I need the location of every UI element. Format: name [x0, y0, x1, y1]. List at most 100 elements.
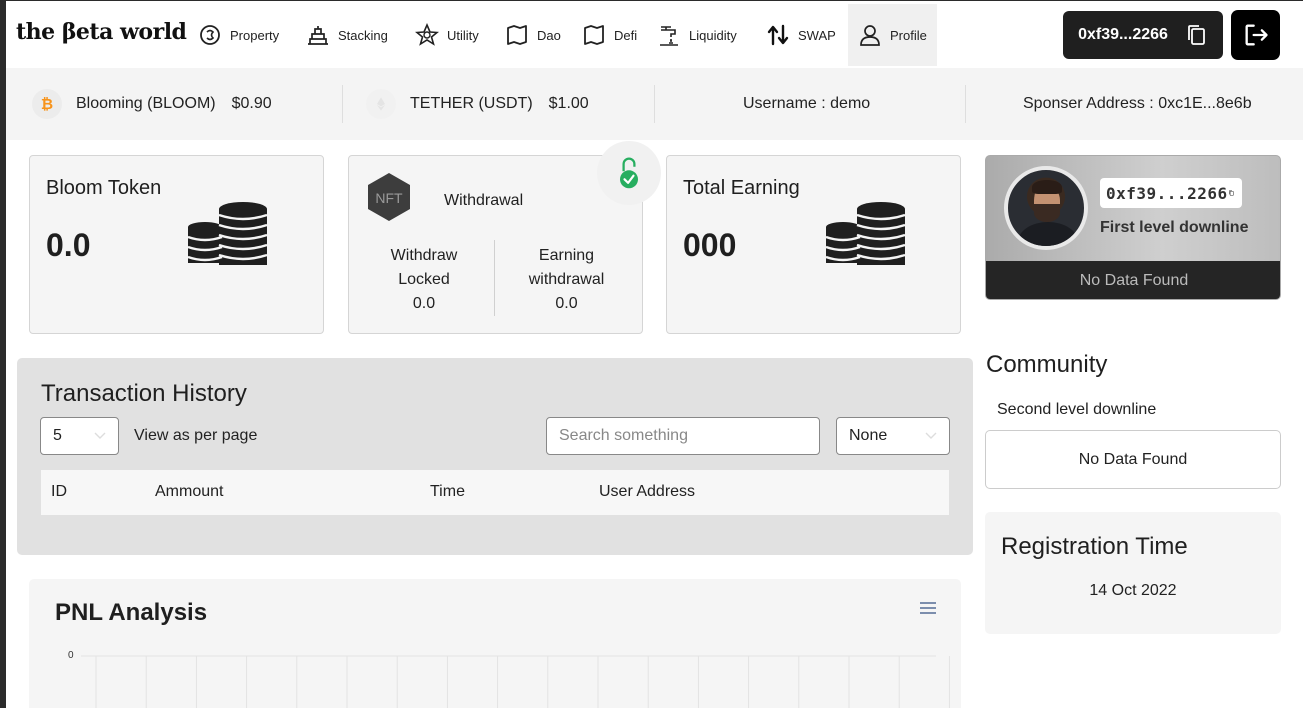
divider — [654, 85, 655, 123]
column-header-user-address[interactable]: User Address — [599, 483, 695, 501]
search-input[interactable] — [546, 417, 820, 455]
wallet-address-button[interactable]: 0xf39...2266 — [1063, 11, 1223, 59]
nav-label: Utility — [447, 27, 479, 43]
coins-stack-icon — [187, 202, 268, 265]
total-earning-card: Total Earning 000 — [666, 155, 961, 334]
nav-item-utility[interactable]: Utility — [415, 4, 479, 66]
faucet-icon — [660, 26, 678, 46]
withdraw-locked-label-2: Locked — [398, 271, 450, 288]
withdraw-locked-label-1: Withdraw — [390, 247, 458, 264]
ticker-bloom: ₿ Blooming (BLOOM) $0.90 — [32, 68, 272, 140]
nav-item-stacking[interactable]: Stacking — [306, 4, 388, 66]
profile-address: 0xf39...2266 — [1106, 183, 1228, 203]
ethereum-icon — [366, 89, 396, 119]
nav-label: Defi — [614, 27, 638, 43]
copy-icon[interactable] — [1184, 23, 1208, 47]
card-title: Bloom Token — [46, 177, 162, 199]
map-icon — [507, 25, 527, 45]
logout-button[interactable] — [1231, 10, 1280, 60]
filter-select[interactable]: None — [836, 417, 950, 455]
community-title: Community — [986, 351, 1108, 378]
transaction-history-panel: Transaction History 5 View as per page N… — [17, 358, 973, 555]
card-value: 000 — [683, 227, 737, 263]
profile-card: 0xf39...2266 First level downline No Dat… — [985, 155, 1281, 300]
nav-label: SWAP — [798, 27, 836, 43]
bloom-price: $0.90 — [231, 95, 272, 112]
second-level-downline-label: Second level downline — [997, 401, 1157, 418]
transaction-table-header: ID Ammount Time User Address — [41, 470, 949, 515]
earning-withdrawal: Earning withdrawal 0.0 — [509, 244, 624, 316]
logout-icon — [1245, 24, 1268, 46]
nav-item-liquidity[interactable]: Liquidity — [657, 4, 737, 66]
divider — [965, 85, 966, 123]
second-level-no-data: No Data Found — [985, 430, 1281, 489]
usdt-price: $1.00 — [548, 95, 589, 112]
transaction-history-title: Transaction History — [41, 380, 247, 407]
site-logo[interactable]: the βeta world — [16, 19, 187, 45]
withdraw-locked-value: 0.0 — [412, 295, 436, 312]
avatar — [1004, 166, 1088, 250]
card-title: Total Earning — [683, 177, 800, 199]
withdraw-locked: Withdraw Locked 0.0 — [369, 244, 479, 316]
column-header-time[interactable]: Time — [430, 483, 465, 501]
earning-withdrawal-value: 0.0 — [555, 295, 578, 312]
nav-label: Liquidity — [689, 27, 737, 43]
column-header-id[interactable]: ID — [51, 483, 67, 501]
bloom-name: Blooming (BLOOM) — [76, 95, 216, 112]
sponsor-address: Sponser Address : 0xc1E...8e6b — [1023, 95, 1252, 112]
divider — [342, 85, 343, 123]
registration-title: Registration Time — [1001, 533, 1188, 560]
nav-label: Dao — [537, 27, 561, 43]
nft-badge-icon: NFT — [368, 173, 410, 221]
per-page-select[interactable]: 5 — [40, 417, 119, 455]
pnl-chart: 0 — [68, 650, 950, 708]
per-page-value: 5 — [53, 427, 62, 444]
copy-icon[interactable] — [1228, 185, 1234, 201]
first-level-downline-label: First level downline — [1100, 219, 1249, 236]
nav-item-dao[interactable]: Dao — [505, 4, 561, 66]
earning-withdrawal-label-2: withdrawal — [528, 271, 605, 288]
nav-label: Stacking — [338, 27, 388, 43]
card-title: Withdrawal — [444, 192, 524, 209]
divider — [494, 240, 495, 316]
earning-withdrawal-label-1: Earning — [538, 247, 595, 264]
coins-stack-icon — [825, 202, 906, 265]
nav-item-property[interactable]: Property — [198, 4, 279, 66]
swap-arrows-icon — [767, 24, 789, 46]
unlock-button[interactable] — [597, 141, 661, 205]
nav-label: Profile — [890, 27, 927, 43]
usdt-name: TETHER (USDT) — [410, 95, 533, 112]
nav-label: Property — [230, 27, 280, 43]
registration-card: Registration Time 14 Oct 2022 — [985, 512, 1281, 634]
card-value: 0.0 — [46, 227, 91, 263]
profile-address-pill[interactable]: 0xf39...2266 — [1100, 178, 1242, 208]
vertical-gridlines — [95, 656, 950, 708]
star-network-icon — [415, 23, 439, 46]
wallet-address: 0xf39...2266 — [1078, 26, 1168, 43]
nav-item-defi[interactable]: Defi — [582, 4, 637, 66]
svg-text:₿: ₿ — [41, 95, 53, 113]
bloom-token-card: Bloom Token 0.0 — [29, 155, 324, 334]
user-icon — [860, 25, 880, 46]
chevron-down-icon — [94, 432, 106, 439]
first-level-no-data: No Data Found — [986, 261, 1280, 299]
y-tick-label: 0 — [68, 650, 74, 661]
column-header-amount[interactable]: Ammount — [155, 483, 223, 501]
per-page-label: View as per page — [134, 427, 258, 444]
nav-item-profile[interactable]: Profile — [848, 4, 937, 66]
username: Username : demo — [743, 95, 871, 112]
chevron-down-icon — [925, 432, 937, 439]
registration-date: 14 Oct 2022 — [1089, 582, 1177, 599]
top-navigation: the βeta world Property Stacking Utility… — [6, 1, 1303, 68]
svg-text:NFT: NFT — [375, 190, 403, 206]
bricks-icon — [308, 26, 328, 45]
map-icon — [584, 25, 604, 45]
nav-item-swap[interactable]: SWAP — [766, 4, 836, 66]
price-ticker: ₿ Blooming (BLOOM) $0.90 TETHER (USDT) $… — [6, 68, 1303, 140]
filter-value: None — [849, 427, 888, 444]
unlock-check-icon — [620, 157, 638, 189]
pnl-analysis-card: PNL Analysis 0 — [29, 579, 961, 708]
coin-stack-icon — [200, 25, 220, 45]
ticker-usdt: TETHER (USDT) $1.00 — [366, 68, 589, 140]
bitcoin-icon: ₿ — [32, 89, 62, 119]
